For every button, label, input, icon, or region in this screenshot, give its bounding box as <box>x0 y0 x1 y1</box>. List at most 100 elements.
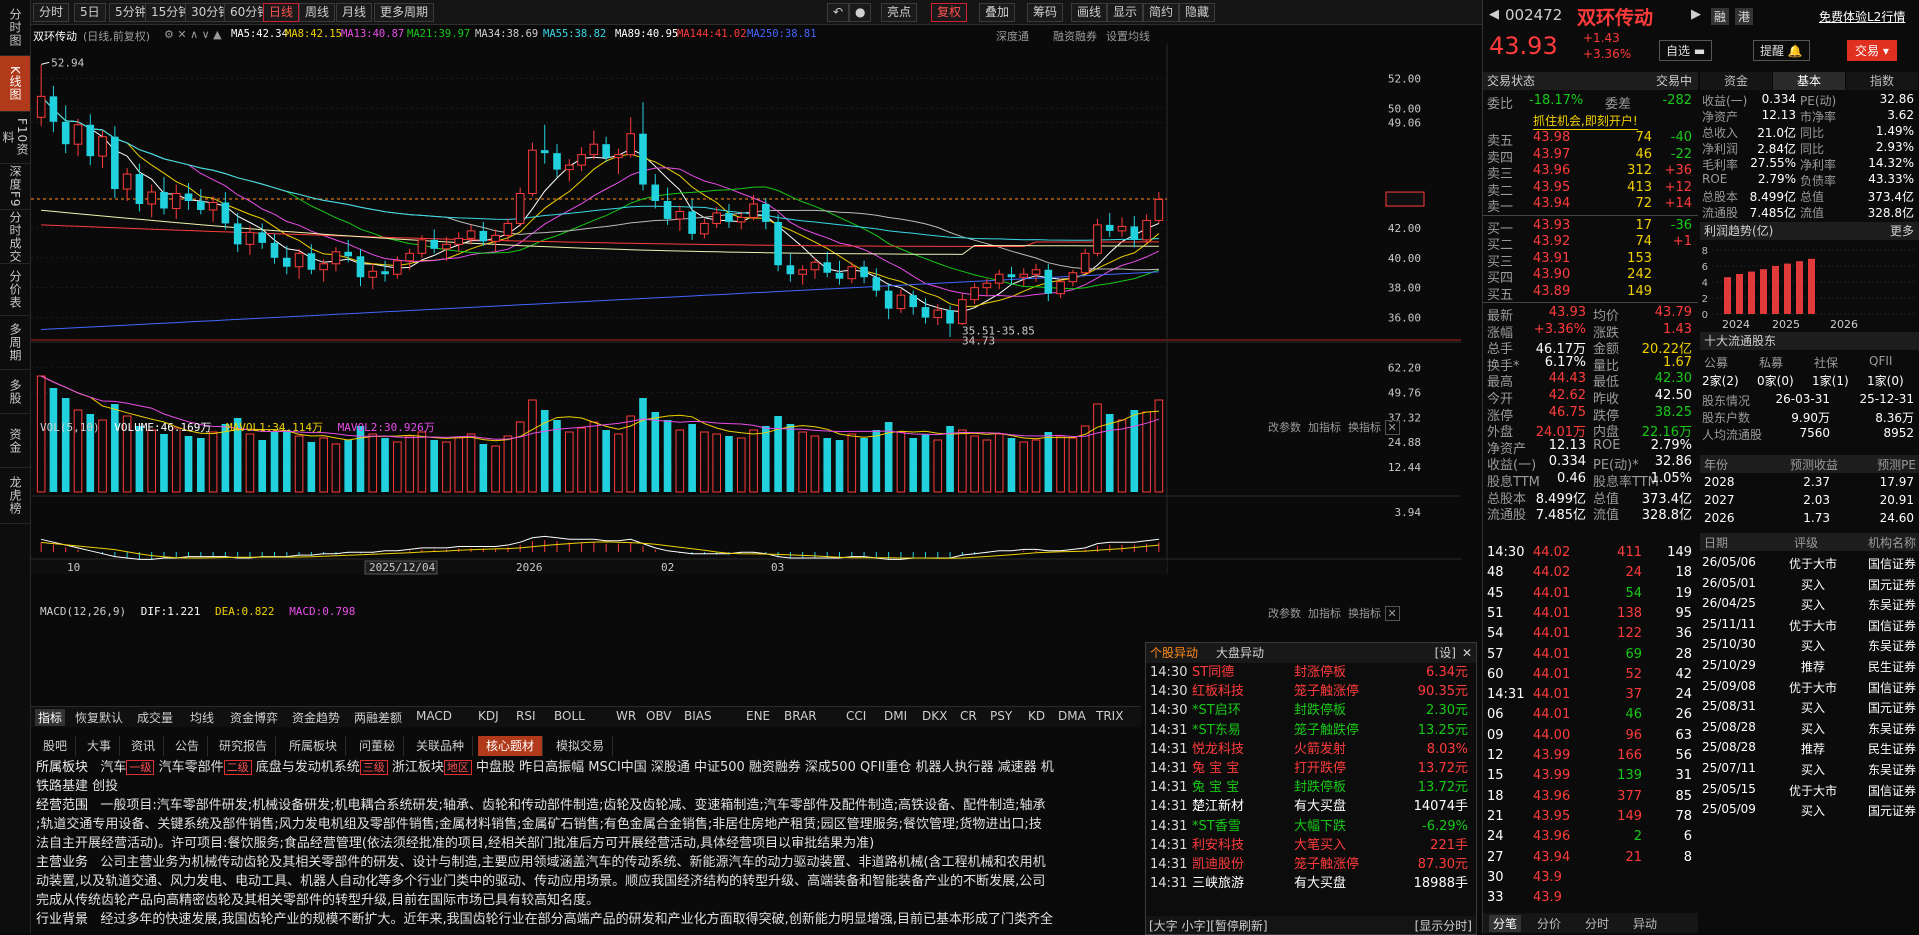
sector-3[interactable]: 浙江板块 <box>392 760 444 775</box>
alert-row[interactable]: 14:30 ST同德 封涨停板 6.34元 <box>1146 663 1476 682</box>
indicator-tab-11[interactable]: WR <box>616 709 636 723</box>
tool-button-4[interactable]: 画线 <box>1071 3 1108 22</box>
tab-stock-alerts[interactable]: 个股异动 <box>1150 643 1198 663</box>
rail-item-9[interactable]: 龙虎榜 <box>0 468 30 524</box>
info-tab-8[interactable]: 核心题材 <box>478 736 544 756</box>
close-icon[interactable]: ✕ <box>1384 420 1400 435</box>
rating-row[interactable]: 26/05/06 优于大市 国信证券 <box>1700 553 1919 573</box>
font-size-toggle[interactable]: [大字 小字][暂停刷新] <box>1149 917 1268 934</box>
dot-icon[interactable]: ● <box>849 3 872 22</box>
vol-edit-params[interactable]: 改参数 <box>1268 421 1301 434</box>
margin-badge[interactable]: 融 <box>1711 8 1730 25</box>
book-row[interactable]: 买一 43.93 17 -36 <box>1483 218 1698 237</box>
tool-button-7[interactable]: 隐藏 <box>1179 3 1216 22</box>
indicator-tab-4[interactable]: 资金博弈 <box>230 709 278 726</box>
info-tab-5[interactable]: 所属板块 <box>281 736 347 756</box>
rail-item-5[interactable]: 分价表 <box>0 264 30 316</box>
rail-item-4[interactable]: 分时成交 <box>0 210 30 264</box>
link-margin[interactable]: 融资融券 <box>1053 28 1097 44</box>
alert-row[interactable]: 14:31 悦龙科技 火箭发射 8.03% <box>1146 740 1476 759</box>
indicator-tab-14[interactable]: ENE <box>746 709 770 723</box>
indicator-tab-1[interactable]: 恢复默认 <box>75 709 123 726</box>
alert-row[interactable]: 14:31 利安科技 大笔买入 221手 <box>1146 836 1476 855</box>
tick-tab-1[interactable]: 分价 <box>1537 915 1561 932</box>
indicator-tab-18[interactable]: DKX <box>922 709 947 723</box>
info-tab-0[interactable]: 股吧 <box>35 736 77 756</box>
fund-tab-0[interactable]: 资金 <box>1700 72 1772 90</box>
info-tab-9[interactable]: 模拟交易 <box>548 736 614 756</box>
rating-row[interactable]: 25/08/31 买入 国元证券 <box>1700 697 1919 717</box>
info-tab-2[interactable]: 资讯 <box>123 736 165 756</box>
tick-tab-0[interactable]: 分笔 <box>1489 915 1522 932</box>
book-row[interactable]: 卖二 43.95 413 +12 <box>1483 180 1698 199</box>
l2-trial-link[interactable]: 免费体验L2行情 <box>1819 8 1905 25</box>
info-tab-1[interactable]: 大事 <box>79 736 121 756</box>
book-row[interactable]: 卖三 43.96 312 +36 <box>1483 163 1698 182</box>
tool-button-1[interactable]: 复权 <box>931 3 968 22</box>
period-button-0[interactable]: 分时 <box>33 3 70 22</box>
info-tab-6[interactable]: 问董秘 <box>351 736 405 756</box>
rail-item-2[interactable]: F10资料 <box>0 112 30 164</box>
tool-button-2[interactable]: 叠加 <box>979 3 1016 22</box>
alert-row[interactable]: 14:30 红板科技 笼子触涨停 90.35元 <box>1146 682 1476 701</box>
macd-add-indicator[interactable]: 加指标 <box>1308 607 1341 620</box>
book-row[interactable]: 卖一 43.94 72 +14 <box>1483 196 1698 215</box>
tool-button-6[interactable]: 简约 <box>1143 3 1180 22</box>
alert-row[interactable]: 14:30 *ST启环 封跌停板 2.30元 <box>1146 701 1476 720</box>
period-button-1[interactable]: 5日 <box>74 3 106 22</box>
indicator-tab-13[interactable]: BIAS <box>684 709 712 723</box>
period-button-6[interactable]: 日线 <box>263 3 300 22</box>
alert-button[interactable]: 提醒 🔔 <box>1753 40 1810 61</box>
rating-row[interactable]: 25/07/11 买入 东吴证券 <box>1700 759 1919 779</box>
indicator-tab-8[interactable]: KDJ <box>478 709 499 723</box>
tool-button-3[interactable]: 筹码 <box>1027 3 1064 22</box>
indicator-tab-6[interactable]: 两融差额 <box>354 709 402 726</box>
watchlist-button[interactable]: 自选 ▬ <box>1659 40 1713 61</box>
rail-item-6[interactable]: 多周期 <box>0 316 30 370</box>
fund-tab-2[interactable]: 指数 <box>1846 72 1918 90</box>
tab-market-alerts[interactable]: 大盘异动 <box>1216 643 1264 663</box>
rating-row[interactable]: 25/08/28 买入 东吴证券 <box>1700 718 1919 738</box>
indicator-tab-22[interactable]: DMA <box>1058 709 1086 723</box>
rating-row[interactable]: 26/05/01 买入 国元证券 <box>1700 574 1919 594</box>
rail-item-8[interactable]: 资金 <box>0 414 30 468</box>
tick-tab-3[interactable]: 异动 <box>1633 915 1657 932</box>
alert-row[interactable]: 14:31 凯迪股份 笼子触涨停 87.30元 <box>1146 855 1476 874</box>
prev-stock-icon[interactable]: ◀ <box>1489 7 1499 22</box>
tool-button-0[interactable]: 亮点 <box>881 3 918 22</box>
book-row[interactable]: 买四 43.90 242 <box>1483 267 1698 286</box>
rating-row[interactable]: 25/10/29 推荐 民生证券 <box>1700 656 1919 676</box>
period-button-9[interactable]: 更多周期 <box>374 3 435 22</box>
alert-row[interactable]: 14:31 三峡旅游 有大买盘 18988手 <box>1146 874 1476 893</box>
indicator-tab-0[interactable]: 指标 <box>35 709 66 726</box>
book-row[interactable]: 买五 43.89 149 <box>1483 284 1698 303</box>
book-row[interactable]: 买二 43.92 74 +1 <box>1483 234 1698 253</box>
alert-row[interactable]: 14:31 楚江新材 有大买盘 14074手 <box>1146 797 1476 816</box>
indicator-tab-2[interactable]: 成交量 <box>137 709 173 726</box>
rail-item-7[interactable]: 多股 <box>0 370 30 414</box>
alert-row[interactable]: 14:31 兔 宝 宝 打开跌停 13.72元 <box>1146 759 1476 778</box>
alert-row[interactable]: 14:31 *ST香雪 大幅下跌 -6.29% <box>1146 817 1476 836</box>
macd-edit-params[interactable]: 改参数 <box>1268 607 1301 620</box>
tool-button-5[interactable]: 显示 <box>1107 3 1144 22</box>
alert-row[interactable]: 14:31 兔 宝 宝 封跌停板 13.72元 <box>1146 778 1476 797</box>
rating-row[interactable]: 26/04/25 买入 东吴证券 <box>1700 594 1919 614</box>
indicator-tab-21[interactable]: KD <box>1028 709 1045 723</box>
undo-icon[interactable]: ↶ <box>827 3 850 22</box>
close-icon[interactable]: ✕ <box>1462 643 1472 663</box>
sector-1[interactable]: 汽车零部件 <box>159 760 224 775</box>
rating-row[interactable]: 25/11/11 优于大市 国信证券 <box>1700 615 1919 635</box>
period-button-7[interactable]: 周线 <box>299 3 336 22</box>
fund-tab-1[interactable]: 基本 <box>1773 72 1845 90</box>
indicator-tab-9[interactable]: RSI <box>516 709 536 723</box>
vol-add-indicator[interactable]: 加指标 <box>1308 421 1341 434</box>
book-row[interactable]: 卖四 43.97 46 -22 <box>1483 147 1698 166</box>
sector-2[interactable]: 底盘与发动机系统 <box>256 760 360 775</box>
rating-row[interactable]: 25/09/08 优于大市 国信证券 <box>1700 677 1919 697</box>
indicator-tab-15[interactable]: BRAR <box>784 709 817 723</box>
macd-change-indicator[interactable]: 换指标 <box>1348 607 1381 620</box>
rating-row[interactable]: 25/08/28 推荐 民生证券 <box>1700 738 1919 758</box>
info-tab-3[interactable]: 公告 <box>167 736 209 756</box>
indicator-tab-10[interactable]: BOLL <box>554 709 585 723</box>
book-row[interactable]: 卖五 43.98 74 -40 <box>1483 130 1698 149</box>
